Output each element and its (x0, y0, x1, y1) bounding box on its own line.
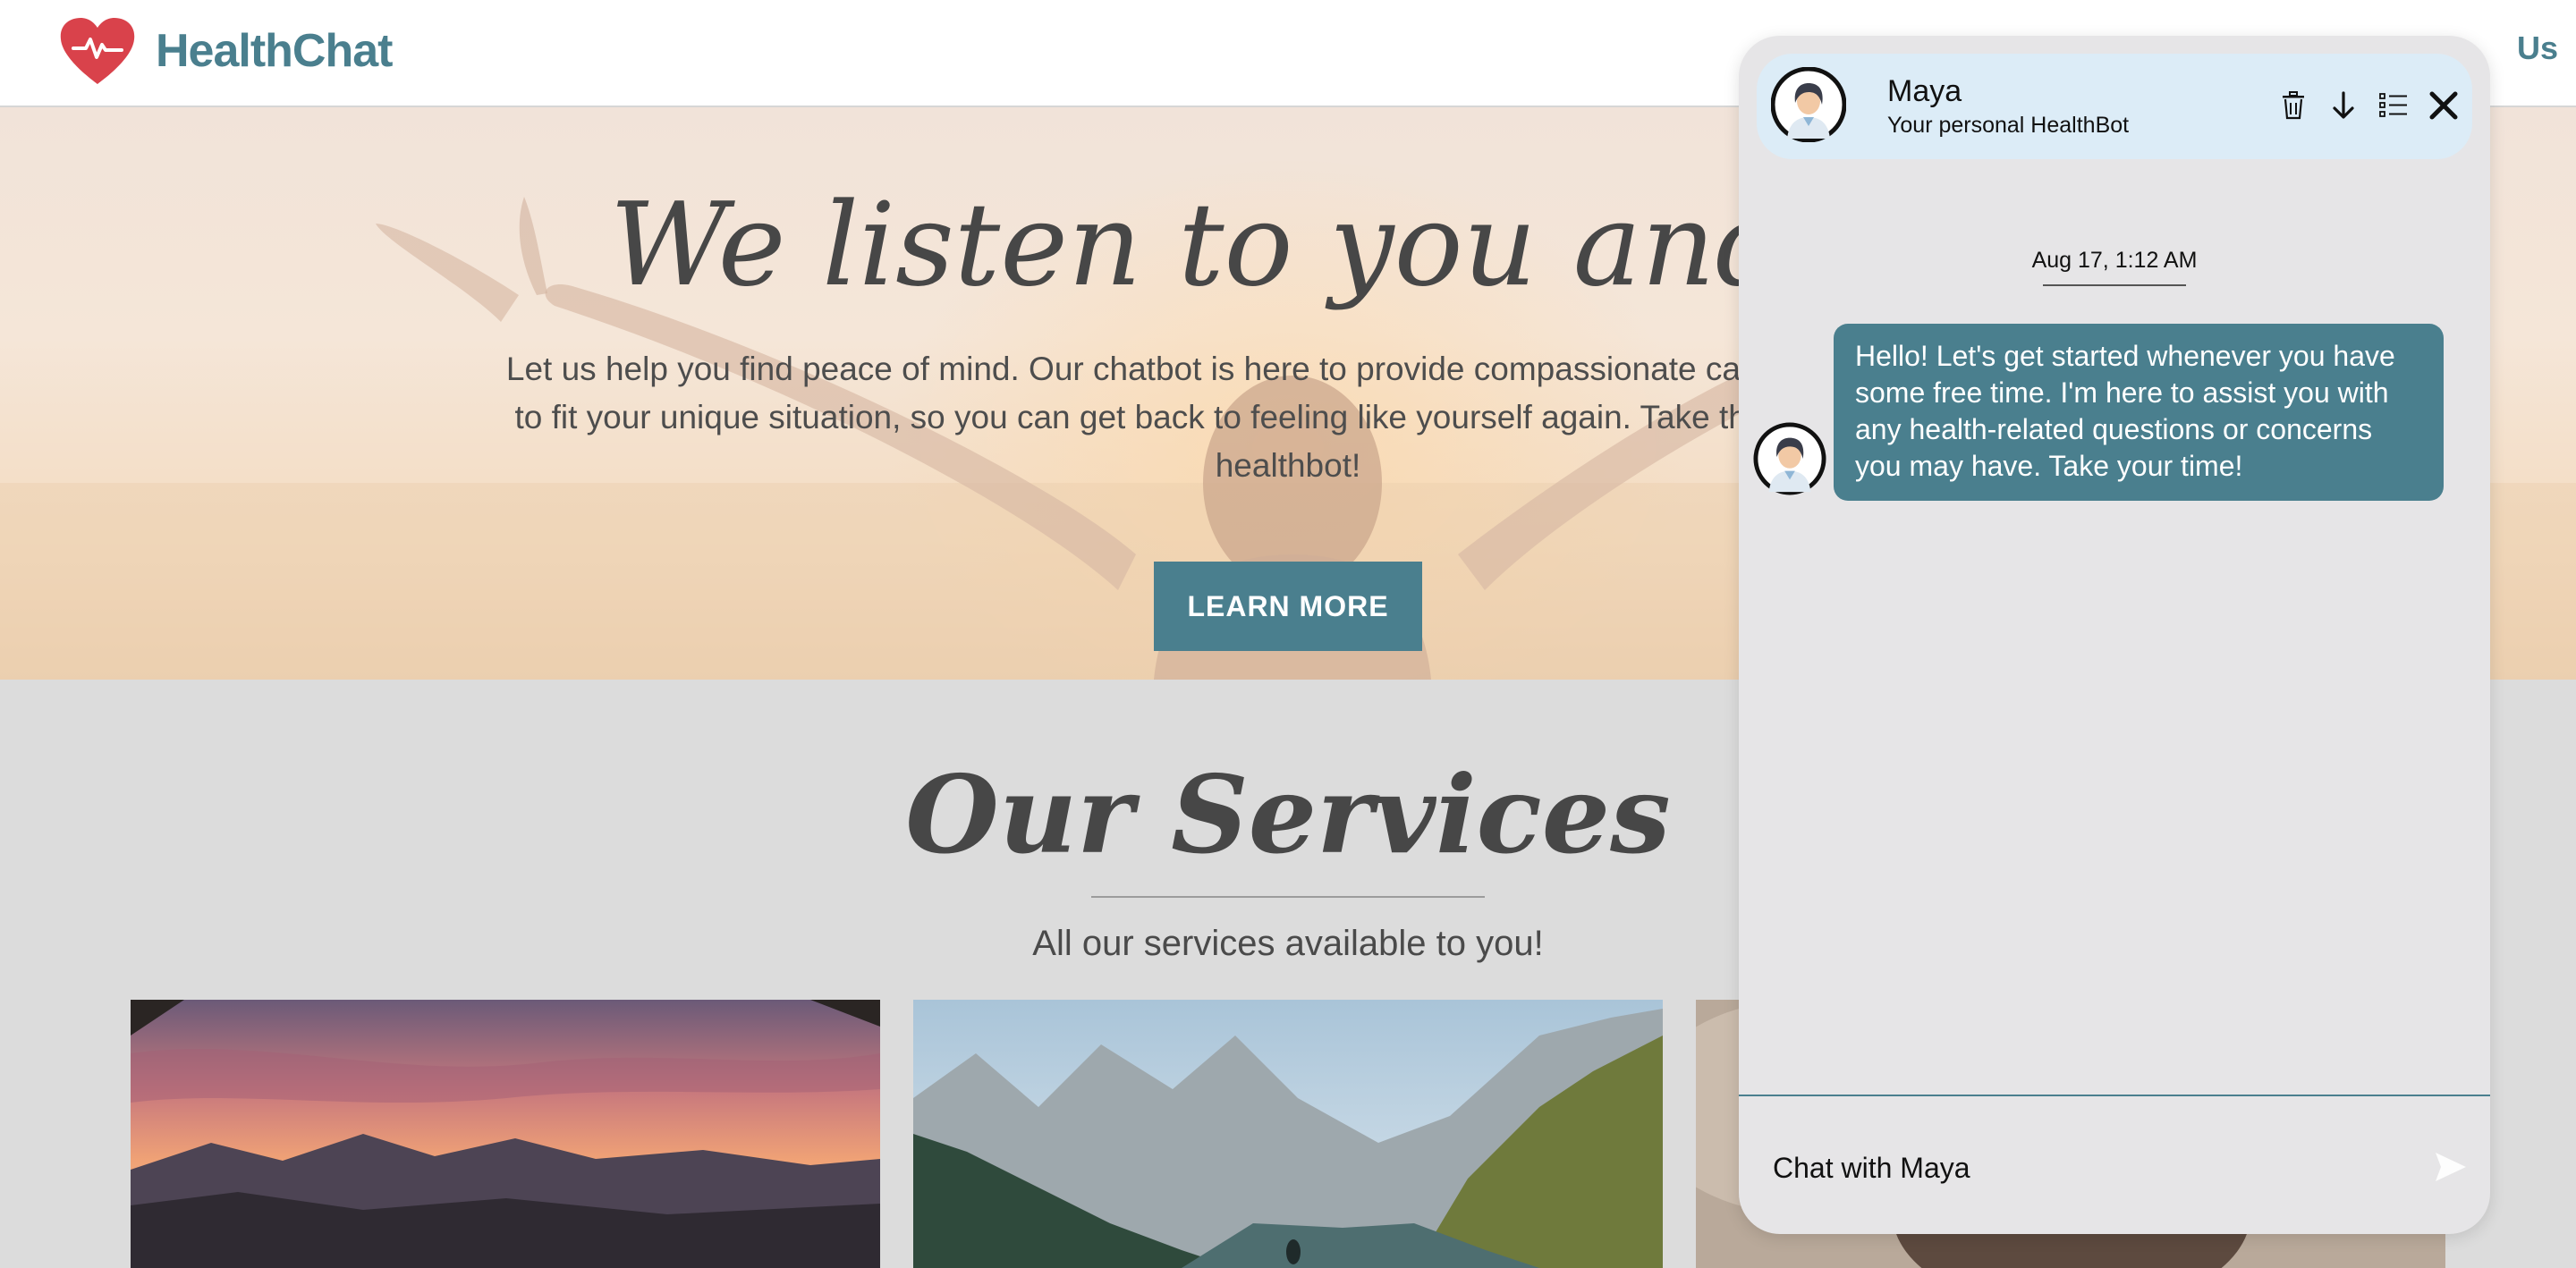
trash-icon (2283, 91, 2304, 120)
mountain-lake-image (913, 1000, 1663, 1268)
bot-name: Maya (1887, 74, 1962, 108)
bot-message-avatar (1753, 422, 1826, 495)
service-card-sunset[interactable] (131, 1000, 880, 1268)
bot-subtitle: Your personal HealthBot (1887, 113, 2130, 138)
chat-input-divider (1739, 1095, 2490, 1096)
learn-more-button[interactable]: LEARN MORE (1154, 562, 1422, 651)
message-timestamp: Aug 17, 1:12 AM (2031, 248, 2198, 273)
services-divider (1091, 896, 1485, 898)
brand-name[interactable]: HealthChat (156, 21, 393, 80)
send-icon (2436, 1153, 2466, 1181)
chat-header: Maya Your personal HealthBot (1757, 54, 2472, 159)
chat-menu-button[interactable] (2374, 86, 2413, 125)
service-card-lake[interactable] (913, 1000, 1663, 1268)
sunset-mountains-image (131, 1000, 880, 1268)
arrow-down-icon (2333, 91, 2354, 119)
send-button[interactable] (2428, 1145, 2472, 1189)
scroll-down-button[interactable] (2324, 86, 2363, 125)
heart-pulse-icon[interactable] (59, 18, 136, 86)
list-icon (2379, 93, 2407, 117)
close-icon (2429, 91, 2458, 120)
chat-message-input[interactable] (1773, 1141, 2381, 1195)
timestamp-underline (2043, 284, 2186, 286)
delete-chat-button[interactable] (2274, 86, 2313, 125)
bot-message-bubble: Hello! Let's get started whenever you ha… (1834, 324, 2444, 501)
close-chat-button[interactable] (2424, 86, 2463, 125)
bot-avatar (1771, 67, 1846, 142)
chat-widget: Maya Your personal HealthBot Aug 17, 1:1… (1739, 36, 2490, 1234)
